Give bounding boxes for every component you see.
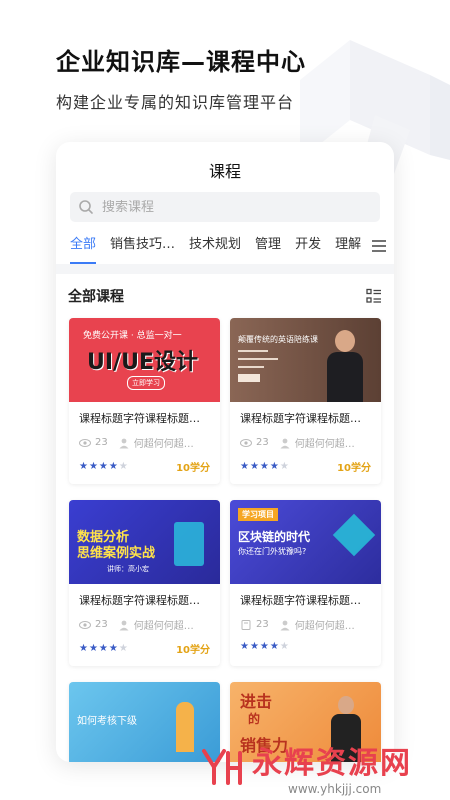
- course-title: 课程标题字符课程标题字…: [240, 412, 371, 425]
- blocks-decoration: [332, 513, 376, 557]
- course-card[interactable]: 如何考核下级: [69, 682, 220, 762]
- screen-title: 课程: [208, 162, 241, 181]
- section-divider: [56, 264, 394, 274]
- tab-tech-planning[interactable]: 技术规划: [189, 228, 241, 264]
- thumb-text: 颠覆传统的英语陪练课: [238, 335, 318, 344]
- figure-decoration: [176, 702, 194, 752]
- course-author: 何超何何超…: [279, 435, 355, 450]
- course-meta: 23 何超何何超…: [240, 617, 371, 632]
- tab-sales-skills[interactable]: 销售技巧…: [110, 228, 175, 264]
- author-name: 何超何何超…: [294, 439, 355, 450]
- thumb-text: 讲师：高小宏: [107, 565, 149, 573]
- course-thumbnail: 学习项目 区块链的时代 你还在门外犹豫吗?: [230, 500, 381, 584]
- thumb-text: 进击: [240, 692, 273, 711]
- course-thumbnail: 颠覆传统的英语陪练课: [230, 318, 381, 402]
- thumb-text: 思维案例实战: [77, 546, 156, 561]
- rating-row: ★★★★★ 10学分: [240, 459, 371, 474]
- course-thumbnail: 数据分析 思维案例实战 讲师：高小宏: [69, 500, 220, 584]
- user-icon: [280, 438, 290, 448]
- course-card[interactable]: 免费公开课 · 总监一对一 UI/UE设计 立即学习 课程标题字符课程标题字… …: [69, 318, 220, 484]
- eye-icon: [240, 438, 252, 447]
- phone-screen: 课程 全部 销售技巧… 技术规划 管理 开发 理解 全部课程: [56, 142, 394, 762]
- user-icon: [119, 438, 129, 448]
- course-thumbnail: 免费公开课 · 总监一对一 UI/UE设计 立即学习: [69, 318, 220, 402]
- view-count: 23: [256, 619, 269, 630]
- course-credits: 10学分: [337, 463, 371, 474]
- rating-row: ★★★★★ 10学分: [79, 459, 210, 474]
- tab-understanding[interactable]: 理解: [335, 228, 361, 264]
- course-author: 何超何何超…: [118, 435, 194, 450]
- star-rating: ★★★★★: [240, 461, 290, 472]
- course-title: 课程标题字符课程标题字…: [240, 594, 371, 607]
- menu-icon: [372, 240, 386, 252]
- presenter-figure: [327, 330, 363, 402]
- thumb-text: UI/UE设计: [87, 350, 198, 375]
- course-title: 课程标题字符课程标题字…: [79, 594, 210, 607]
- course-author: 何超何何超…: [118, 617, 194, 632]
- watermark: 永辉资源网 www.yhkjjj.com: [200, 738, 412, 796]
- course-card[interactable]: 颠覆传统的英语陪练课 课程标题字符课程标题字… 23 何超何何超… ★★★★★ …: [230, 318, 381, 484]
- thumb-text: 立即学习: [127, 376, 165, 390]
- star-rating: ★★★★★: [79, 461, 129, 472]
- course-card[interactable]: 学习项目 区块链的时代 你还在门外犹豫吗? 课程标题字符课程标题字… 23 何超…: [230, 500, 381, 666]
- eye-icon: [79, 620, 91, 629]
- author-name: 何超何何超…: [294, 621, 355, 632]
- tab-all[interactable]: 全部: [70, 228, 97, 264]
- course-credits: 10学分: [176, 463, 210, 474]
- thumb-text: 的: [248, 712, 261, 726]
- section-header: 全部课程: [56, 274, 394, 318]
- thumb-text: 区块链的时代: [238, 530, 311, 544]
- course-card[interactable]: 数据分析 思维案例实战 讲师：高小宏 课程标题字符课程标题字… 23 何超何何超…: [69, 500, 220, 666]
- author-name: 何超何何超…: [133, 621, 194, 632]
- tab-menu-button[interactable]: [364, 228, 394, 264]
- watermark-text: 永辉资源网: [252, 746, 412, 781]
- thumb-text: 如何考核下级: [77, 716, 137, 727]
- search-icon: [79, 200, 93, 214]
- hero-title: 企业知识库—课程中心: [56, 48, 306, 76]
- section-title: 全部课程: [68, 289, 124, 305]
- rating-row: ★★★★★: [240, 641, 371, 652]
- user-icon: [280, 620, 290, 630]
- thumb-text: 你还在门外犹豫吗?: [238, 547, 307, 556]
- watermark-logo-icon: [202, 749, 242, 785]
- watermark-url: www.yhkjjj.com: [288, 782, 382, 796]
- view-count: 23: [95, 619, 108, 630]
- author-name: 何超何何超…: [133, 439, 194, 450]
- thumb-text: 免费公开课 · 总监一对一: [83, 331, 182, 341]
- course-title: 课程标题字符课程标题字…: [79, 412, 210, 425]
- user-icon: [119, 620, 129, 630]
- platform-decoration: [174, 522, 204, 566]
- thumb-text: 学习项目: [238, 508, 278, 521]
- course-thumbnail: 如何考核下级: [69, 682, 220, 762]
- view-count: 23: [256, 437, 269, 448]
- book-icon: [241, 619, 251, 630]
- course-author: 何超何何超…: [279, 617, 355, 632]
- star-rating: ★★★★★: [79, 643, 129, 654]
- hero: 企业知识库—课程中心 构建企业专属的知识库管理平台: [56, 42, 306, 113]
- category-tabs: 全部 销售技巧… 技术规划 管理 开发 理解: [56, 228, 394, 264]
- course-meta: 23 何超何何超…: [79, 435, 210, 450]
- view-count: 23: [95, 437, 108, 448]
- course-grid: 免费公开课 · 总监一对一 UI/UE设计 立即学习 课程标题字符课程标题字… …: [56, 318, 394, 762]
- course-meta: 23 何超何何超…: [240, 435, 371, 450]
- course-meta: 23 何超何何超…: [79, 617, 210, 632]
- search-input[interactable]: [102, 199, 362, 215]
- list-view-icon[interactable]: [366, 288, 382, 304]
- tab-development[interactable]: 开发: [295, 228, 321, 264]
- star-rating: ★★★★★: [240, 641, 290, 652]
- eye-icon: [79, 438, 91, 447]
- rating-row: ★★★★★ 10学分: [79, 641, 210, 656]
- search-bar[interactable]: [70, 192, 380, 222]
- info-lines-decoration: [238, 350, 288, 390]
- tab-management[interactable]: 管理: [255, 228, 281, 264]
- hero-subtitle: 构建企业专属的知识库管理平台: [56, 93, 295, 112]
- course-credits: 10学分: [176, 645, 210, 656]
